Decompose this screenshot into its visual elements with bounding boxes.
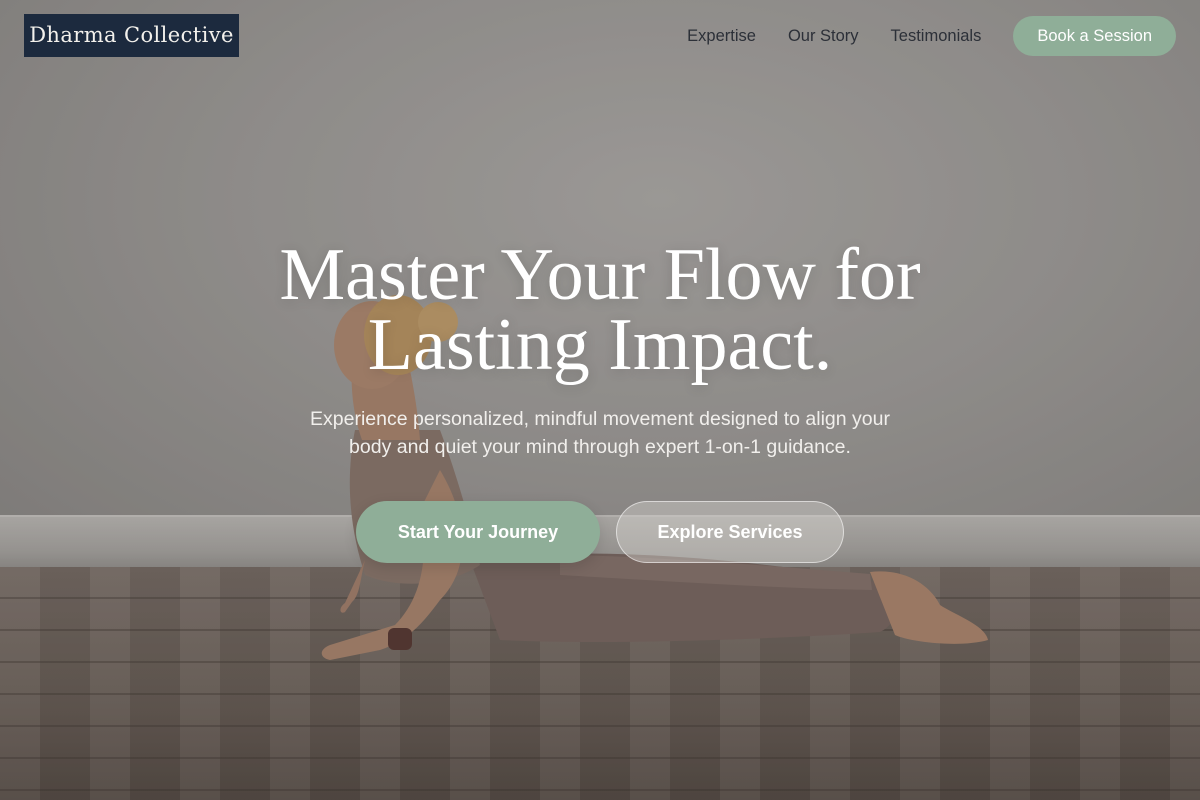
subtext-line-1: Experience personalized, mindful movemen… (310, 408, 890, 430)
subtext-line-2: body and quiet your mind through expert … (349, 436, 851, 458)
nav-link-our-story[interactable]: Our Story (788, 27, 859, 46)
hero-subtext: Experience personalized, mindful movemen… (250, 405, 950, 461)
nav-link-expertise[interactable]: Expertise (687, 27, 756, 46)
book-session-button[interactable]: Book a Session (1013, 16, 1176, 56)
hero-background (0, 0, 1200, 800)
brand-logo[interactable]: Dharma Collective (24, 14, 239, 57)
hero-headline: Master Your Flow for Lasting Impact. (150, 238, 1050, 382)
headline-line-2: Lasting Impact. (367, 304, 833, 386)
explore-services-button[interactable]: Explore Services (616, 501, 844, 563)
start-journey-button[interactable]: Start Your Journey (356, 501, 600, 563)
nav-link-testimonials[interactable]: Testimonials (891, 27, 982, 46)
main-nav: Expertise Our Story Testimonials Book a … (687, 16, 1176, 56)
hero-overlay (0, 0, 1200, 800)
